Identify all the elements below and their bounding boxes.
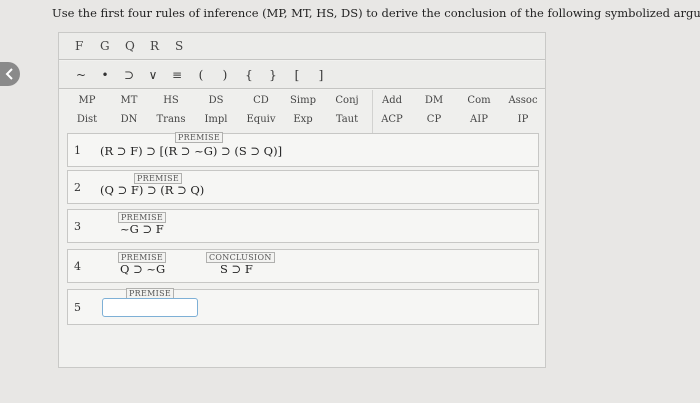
- rule-conj-button[interactable]: Conj: [327, 95, 367, 106]
- variable-button[interactable]: Q: [125, 39, 150, 53]
- variable-toolbar: F G Q R S: [59, 33, 545, 60]
- rule-assoc-button[interactable]: Assoc: [503, 95, 543, 106]
- proof-line-4: 4 PREMISE Q ⊃ ~G CONCLUSION S ⊃ F: [67, 249, 539, 283]
- symbol-rbracket-button[interactable]: ]: [309, 68, 333, 82]
- rule-dn-button[interactable]: DN: [109, 114, 149, 125]
- proof-line-3: 3 PREMISE ~G ⊃ F: [67, 209, 539, 243]
- new-premise-input[interactable]: [102, 298, 198, 317]
- premise-formula: ~G ⊃ F: [120, 222, 164, 236]
- variable-button[interactable]: S: [175, 39, 200, 53]
- variable-button[interactable]: R: [150, 39, 175, 53]
- symbol-dot-button[interactable]: •: [93, 68, 117, 82]
- symbol-rbrace-button[interactable]: }: [261, 68, 285, 82]
- rule-mt-button[interactable]: MT: [109, 95, 149, 106]
- rule-ds-button[interactable]: DS: [196, 95, 236, 106]
- rule-equiv-button[interactable]: Equiv: [241, 114, 281, 125]
- premise-formula: Q ⊃ ~G: [120, 262, 166, 276]
- proof-line-5: 5 PREMISE: [67, 288, 539, 325]
- rule-taut-button[interactable]: Taut: [327, 114, 367, 125]
- rule-acp-button[interactable]: ACP: [372, 114, 412, 125]
- line-number: 3: [74, 220, 81, 233]
- conclusion-formula: S ⊃ F: [220, 262, 253, 276]
- line-number: 4: [74, 260, 81, 273]
- symbol-triplebar-button[interactable]: ≡: [165, 68, 189, 82]
- rule-ip-button[interactable]: IP: [503, 114, 543, 125]
- premise-tag: PREMISE: [175, 132, 224, 143]
- variable-button[interactable]: F: [75, 39, 100, 53]
- symbol-lbrace-button[interactable]: {: [237, 68, 261, 82]
- back-button[interactable]: [0, 62, 20, 86]
- symbol-lbracket-button[interactable]: [: [285, 68, 309, 82]
- rule-cp-button[interactable]: CP: [414, 114, 454, 125]
- premise-formula: (R ⊃ F) ⊃ [(R ⊃ ~G) ⊃ (S ⊃ Q)]: [100, 144, 283, 158]
- symbol-horseshoe-button[interactable]: ⊃: [117, 68, 141, 82]
- symbol-toolbar: ~ • ⊃ ∨ ≡ ( ) { } [ ]: [59, 61, 545, 89]
- rule-exp-button[interactable]: Exp: [283, 114, 323, 125]
- proof-panel: F G Q R S ~ • ⊃ ∨ ≡ ( ) { } [ ] MP MT HS…: [58, 32, 546, 368]
- symbol-rparen-button[interactable]: ): [213, 68, 237, 82]
- chevron-left-icon: [5, 68, 13, 80]
- rule-dist-button[interactable]: Dist: [67, 114, 107, 125]
- rule-simp-button[interactable]: Simp: [283, 95, 323, 106]
- rule-add-button[interactable]: Add: [372, 95, 412, 106]
- rule-hs-button[interactable]: HS: [151, 95, 191, 106]
- rule-com-button[interactable]: Com: [459, 95, 499, 106]
- proof-line-2: 2 PREMISE (Q ⊃ F) ⊃ (R ⊃ Q): [67, 170, 539, 204]
- symbol-lparen-button[interactable]: (: [189, 68, 213, 82]
- variable-button[interactable]: G: [100, 39, 125, 53]
- rule-cd-button[interactable]: CD: [241, 95, 281, 106]
- rule-mp-button[interactable]: MP: [67, 95, 107, 106]
- symbol-wedge-button[interactable]: ∨: [141, 68, 165, 82]
- proof-line-1: 1 PREMISE (R ⊃ F) ⊃ [(R ⊃ ~G) ⊃ (S ⊃ Q)]: [67, 132, 539, 167]
- rule-trans-button[interactable]: Trans: [151, 114, 191, 125]
- instructions-text: Use the first four rules of inference (M…: [52, 6, 700, 20]
- symbol-tilde-button[interactable]: ~: [69, 68, 93, 82]
- rule-aip-button[interactable]: AIP: [459, 114, 499, 125]
- rule-impl-button[interactable]: Impl: [196, 114, 236, 125]
- line-number: 1: [74, 144, 81, 157]
- line-number: 2: [74, 181, 81, 194]
- rule-dm-button[interactable]: DM: [414, 95, 454, 106]
- line-number: 5: [74, 301, 81, 314]
- premise-formula: (Q ⊃ F) ⊃ (R ⊃ Q): [100, 183, 205, 197]
